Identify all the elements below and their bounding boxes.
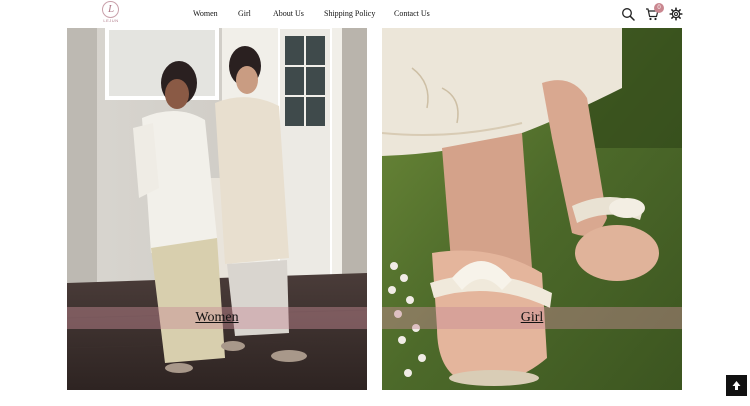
collection-card-girl[interactable]: Girl [382, 28, 682, 390]
arrow-up-icon [732, 381, 741, 390]
collection-card-women[interactable]: Women [67, 28, 367, 390]
logo-text: LEJUN [103, 18, 119, 23]
girl-collection-photo [382, 28, 682, 390]
nav-item-about-us[interactable]: About Us [273, 8, 304, 20]
search-icon[interactable] [621, 7, 635, 21]
logo-mark: L [107, 3, 115, 15]
nav-item-girl[interactable]: Girl [238, 8, 251, 20]
collection-label-girl[interactable]: Girl [382, 307, 682, 329]
scroll-to-top-button[interactable] [726, 375, 747, 396]
cart-count-badge: 0 [654, 3, 664, 13]
collection-label-women[interactable]: Women [67, 307, 367, 329]
brand-logo[interactable]: L LEJUN [98, 1, 124, 25]
site-header: L LEJUN Women Girl About Us Shipping Pol… [0, 0, 750, 28]
nav-item-shipping-policy[interactable]: Shipping Policy [324, 8, 375, 20]
gear-icon[interactable] [669, 7, 683, 21]
women-collection-photo [67, 28, 367, 390]
nav-item-women[interactable]: Women [193, 8, 218, 20]
nav-item-contact-us[interactable]: Contact Us [394, 8, 430, 20]
